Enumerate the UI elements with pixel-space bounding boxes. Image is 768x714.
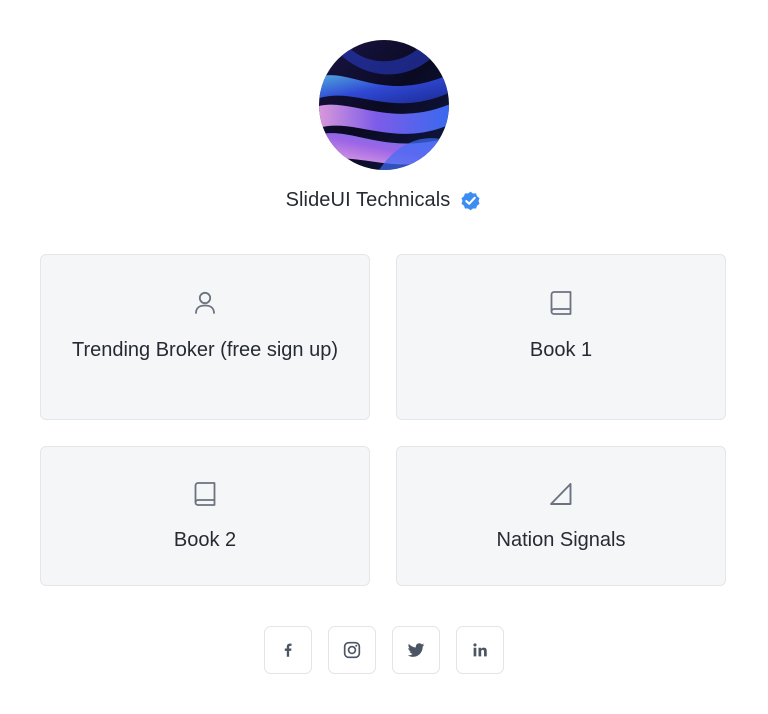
twitter-button[interactable] bbox=[392, 626, 440, 674]
instagram-icon bbox=[343, 641, 361, 659]
user-icon bbox=[195, 291, 215, 314]
profile-page: SlideUI Technicals Trending Broker (free… bbox=[0, 0, 768, 714]
link-card-book-2[interactable]: Book 2 bbox=[40, 446, 370, 586]
link-card-nation-signals[interactable]: Nation Signals bbox=[396, 446, 726, 586]
facebook-icon bbox=[284, 643, 292, 657]
linkedin-button[interactable] bbox=[456, 626, 504, 674]
triangle-signal-icon bbox=[550, 483, 572, 505]
twitter-icon bbox=[407, 643, 425, 657]
linkedin-icon bbox=[473, 643, 487, 657]
social-links bbox=[264, 626, 504, 674]
facebook-button[interactable] bbox=[264, 626, 312, 674]
link-card-label: Book 1 bbox=[529, 339, 593, 361]
link-card-label: Trending Broker (free sign up) bbox=[71, 339, 339, 361]
book-icon bbox=[194, 482, 216, 506]
link-card-trending-broker[interactable]: Trending Broker (free sign up) bbox=[40, 254, 370, 420]
link-card-book-1[interactable]: Book 1 bbox=[396, 254, 726, 420]
profile-header: SlideUI Technicals bbox=[0, 185, 768, 215]
instagram-button[interactable] bbox=[328, 626, 376, 674]
link-card-label: Book 2 bbox=[173, 529, 237, 551]
avatar bbox=[319, 40, 449, 170]
verified-badge-icon bbox=[461, 191, 480, 210]
profile-name: SlideUI Technicals bbox=[285, 188, 451, 211]
link-card-label: Nation Signals bbox=[496, 529, 626, 551]
book-icon bbox=[550, 291, 572, 315]
